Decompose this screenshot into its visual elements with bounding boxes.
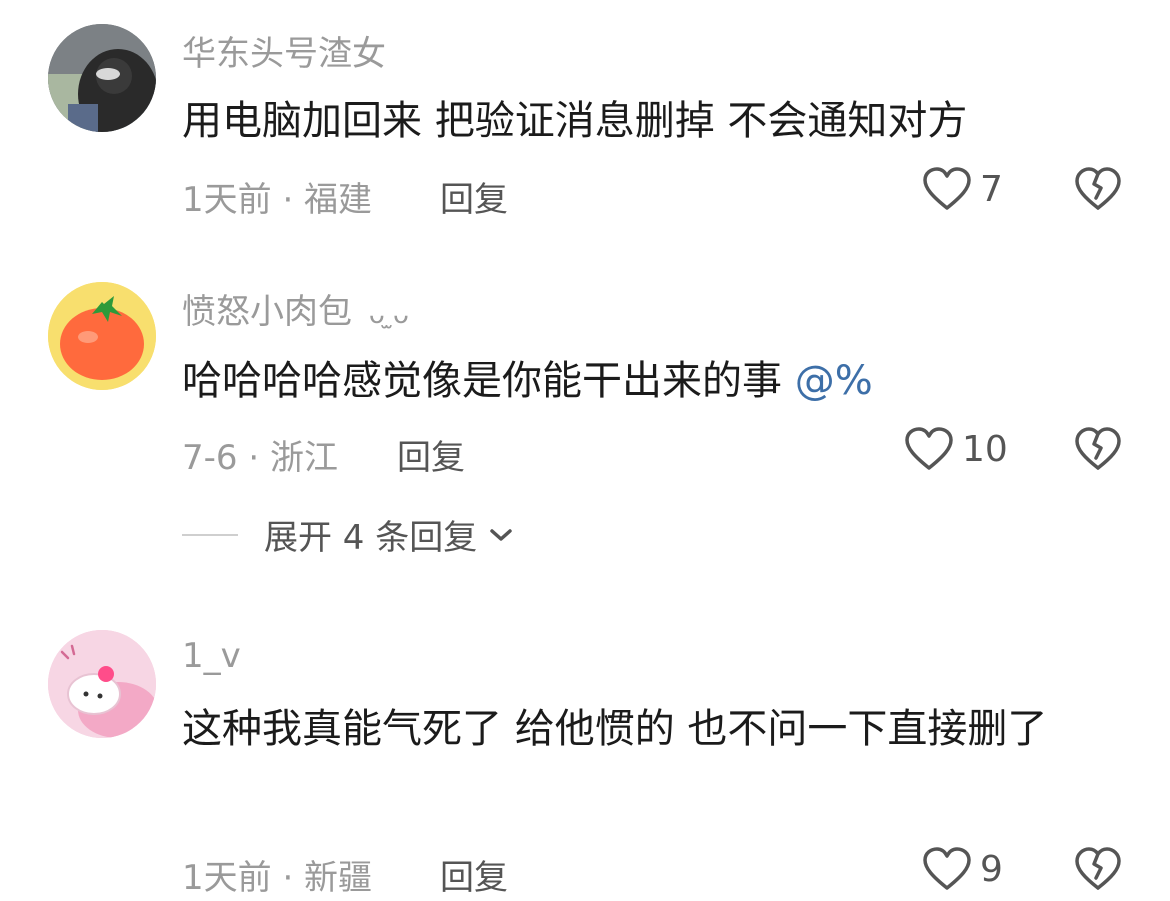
comment-text: 哈哈哈哈感觉像是你能干出来的事 @% <box>182 350 1102 412</box>
like-button[interactable]: 7 <box>922 166 1003 212</box>
divider-line <box>182 533 238 536</box>
comment-text: 用电脑加回来 把验证消息删掉 不会通知对方 <box>182 98 968 144</box>
reply-button[interactable]: 回复 <box>440 172 508 221</box>
like-count: 9 <box>980 848 1003 890</box>
avatar[interactable] <box>48 630 156 738</box>
like-button[interactable]: 9 <box>922 846 1003 892</box>
comment-meta: 1天前 · 新疆 <box>182 858 373 898</box>
comment-text: 这种我真能气死了 给他惯的 也不问一下直接删了 <box>182 706 1048 752</box>
mention-link[interactable]: @% <box>795 358 873 404</box>
comment-meta: 7-6 · 浙江 <box>182 438 338 478</box>
expand-replies-label: 展开 4 条回复 <box>264 518 478 558</box>
comment-text-body: 哈哈哈哈感觉像是你能干出来的事 <box>182 358 782 404</box>
avatar[interactable] <box>48 24 156 132</box>
heart-outline-icon <box>905 427 953 470</box>
broken-heart-icon <box>1075 167 1121 210</box>
username[interactable]: 1_v <box>182 636 241 676</box>
chevron-down-icon <box>490 528 512 541</box>
reply-button[interactable]: 回复 <box>440 850 508 899</box>
username[interactable]: 愤怒小肉包 ᴗ ̫ᴗ <box>182 284 409 333</box>
like-button[interactable]: 10 <box>904 426 1008 472</box>
dislike-button[interactable] <box>1074 166 1122 212</box>
expand-replies-button[interactable]: 展开 4 条回复 <box>182 510 513 559</box>
avatar[interactable] <box>48 282 156 390</box>
heart-outline-icon <box>923 847 971 890</box>
like-count: 10 <box>962 428 1008 470</box>
like-count: 7 <box>980 168 1003 210</box>
username[interactable]: 华东头号渣女 <box>182 26 386 75</box>
dislike-button[interactable] <box>1074 426 1122 472</box>
username-emoticon: ᴗ ̫ᴗ <box>368 300 409 330</box>
comment-meta: 1天前 · 福建 <box>182 180 373 220</box>
heart-outline-icon <box>923 167 971 210</box>
reply-button[interactable]: 回复 <box>397 430 465 479</box>
broken-heart-icon <box>1075 427 1121 470</box>
username-text: 愤怒小肉包 <box>182 292 352 332</box>
broken-heart-icon <box>1075 847 1121 890</box>
dislike-button[interactable] <box>1074 846 1122 892</box>
